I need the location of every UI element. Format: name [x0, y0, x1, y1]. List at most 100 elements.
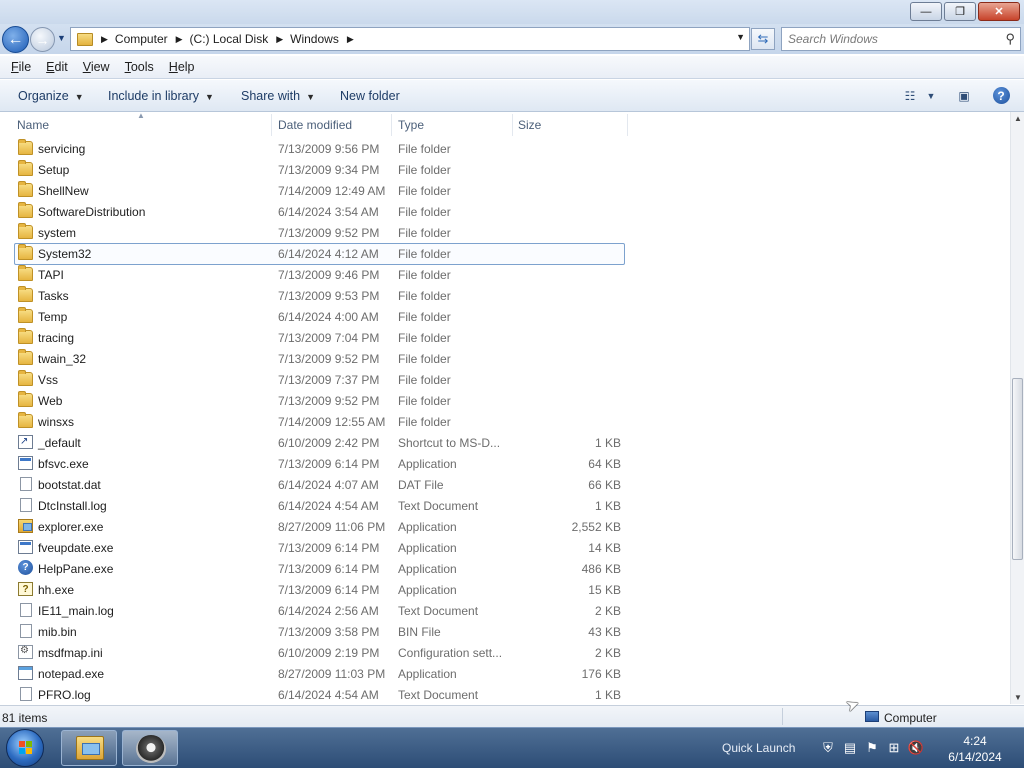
table-row[interactable]: Temp 6/14/2024 4:00 AM File folder — [0, 306, 1010, 327]
table-row[interactable]: tracing 7/13/2009 7:04 PM File folder — [0, 327, 1010, 348]
table-row[interactable]: bfsvc.exe 7/13/2009 6:14 PM Application 64 … — [0, 453, 1010, 474]
column-divider[interactable] — [627, 114, 628, 136]
table-row[interactable]: DtcInstall.log 6/14/2024 4:54 AM Text Docu… — [0, 495, 1010, 516]
file-name: Web — [38, 394, 63, 408]
file-type: Application — [398, 457, 457, 471]
breadcrumb-chevron-icon[interactable]: ▶ — [176, 34, 183, 45]
file-name: winsxs — [38, 415, 75, 429]
taskbar-windows-explorer[interactable] — [61, 730, 117, 766]
column-header-name[interactable]: Name — [17, 118, 49, 132]
file-date-modified: 7/13/2009 9:34 PM — [278, 163, 380, 177]
taskbar: Quick Launch ⛨ ▤ ⚑ ⊞ 🔇 4:24 6/14/2024 — [0, 727, 1024, 768]
preview-pane-icon: ▣ — [958, 88, 970, 103]
search-box[interactable]: ⚲ — [781, 27, 1021, 51]
table-row[interactable]: twain_32 7/13/2009 9:52 PM File folder — [0, 348, 1010, 369]
scroll-up-icon[interactable]: ▲ — [1014, 114, 1022, 123]
column-header-size[interactable]: Size — [518, 118, 541, 132]
column-header-date-modified[interactable]: Date modified — [278, 118, 352, 132]
table-row[interactable]: fveupdate.exe 7/13/2009 6:14 PM Applicatio… — [0, 537, 1010, 558]
column-divider[interactable] — [271, 114, 272, 136]
close-button[interactable]: ✕ — [978, 2, 1020, 21]
table-row[interactable]: system 7/13/2009 9:52 PM File folder — [0, 222, 1010, 243]
table-row[interactable]: Vss 7/13/2009 7:37 PM File folder — [0, 369, 1010, 390]
table-row[interactable]: servicing 7/13/2009 9:56 PM File folder — [0, 138, 1010, 159]
table-row[interactable]: Web 7/13/2009 9:52 PM File folder — [0, 390, 1010, 411]
table-row[interactable]: IE11_main.log 6/14/2024 2:56 AM Text Docum… — [0, 600, 1010, 621]
table-row[interactable]: Tasks 7/13/2009 9:53 PM File folder — [0, 285, 1010, 306]
include-in-library-button[interactable]: Include in library ▼ — [108, 89, 214, 103]
security-shield-icon[interactable]: ⛨ — [820, 740, 836, 756]
table-row[interactable]: notepad.exe 8/27/2009 11:03 PM Application… — [0, 663, 1010, 684]
breadcrumb-windows[interactable]: Windows — [290, 32, 339, 46]
breadcrumb-chevron-icon[interactable]: ▶ — [276, 34, 283, 45]
quick-launch-toolbar[interactable]: Quick Launch — [722, 741, 795, 755]
table-row[interactable]: explorer.exe 8/27/2009 11:06 PM Applicatio… — [0, 516, 1010, 537]
view-dropdown-button[interactable]: ▼ — [924, 86, 938, 105]
search-input[interactable] — [788, 31, 988, 46]
table-row[interactable]: SoftwareDistribution 6/14/2024 3:54 AM Fil… — [0, 201, 1010, 222]
refresh-button[interactable]: ⇆ — [751, 28, 775, 50]
vertical-scrollbar[interactable]: ▲ ▼ — [1010, 112, 1024, 704]
maximize-button[interactable]: ❐ — [944, 2, 976, 21]
menu-edit[interactable]: Edit — [46, 60, 68, 74]
preview-pane-button[interactable]: ▣ — [954, 86, 974, 105]
file-size: 2 KB — [594, 604, 621, 618]
share-with-button[interactable]: Share with ▼ — [241, 89, 315, 103]
file-name: System32 — [38, 247, 92, 261]
doc-icon — [20, 477, 32, 491]
taskbar-raccoon-app[interactable] — [122, 730, 178, 766]
organize-button[interactable]: Organize ▼ — [18, 89, 84, 103]
volume-muted-icon[interactable]: 🔇 — [908, 740, 924, 756]
taskbar-clock[interactable]: 4:24 6/14/2024 — [944, 733, 1006, 765]
file-size: 15 KB — [588, 583, 621, 597]
forward-button[interactable]: → — [30, 27, 55, 52]
table-row[interactable]: _default 6/10/2009 2:42 PM Shortcut to MS-… — [0, 432, 1010, 453]
breadcrumb-local-disk[interactable]: (C:) Local Disk — [190, 32, 269, 46]
new-folder-button[interactable]: New folder — [340, 89, 400, 103]
breadcrumb-chevron-icon[interactable]: ▶ — [347, 34, 354, 45]
table-row[interactable]: msdfmap.ini 6/10/2009 2:19 PM Configuratio… — [0, 642, 1010, 663]
table-row[interactable]: ShellNew 7/14/2009 12:49 AM File folder — [0, 180, 1010, 201]
file-size: 1 KB — [594, 688, 621, 702]
action-center-flag-icon[interactable]: ⚑ — [864, 740, 880, 756]
menu-tools[interactable]: Tools — [125, 60, 154, 74]
table-row[interactable]: ? hh.exe 7/13/2009 6:14 PM Application 15 KB — [0, 579, 1010, 600]
view-options-button[interactable]: ☷ — [900, 86, 920, 105]
scrollbar-thumb[interactable] — [1012, 378, 1023, 560]
recent-pages-dropdown[interactable]: ▼ — [57, 33, 66, 43]
file-date-modified: 6/14/2024 4:54 AM — [278, 499, 379, 513]
file-date-modified: 7/13/2009 9:53 PM — [278, 289, 380, 303]
table-row[interactable]: mib.bin 7/13/2009 3:58 PM BIN File 43 KB — [0, 621, 1010, 642]
search-icon[interactable]: ⚲ — [1005, 31, 1015, 47]
start-button[interactable] — [6, 729, 44, 767]
table-row[interactable]: TAPI 7/13/2009 9:46 PM File folder — [0, 264, 1010, 285]
breadcrumb-computer[interactable]: Computer — [115, 32, 168, 46]
menu-view[interactable]: View — [83, 60, 110, 74]
column-divider[interactable] — [512, 114, 513, 136]
minimize-button[interactable]: — — [910, 2, 942, 21]
breadcrumb-chevron-icon[interactable]: ▶ — [101, 34, 108, 45]
menu-help[interactable]: Help — [169, 60, 195, 74]
menu-file[interactable]: File — [11, 60, 31, 74]
column-header-type[interactable]: Type — [398, 118, 424, 132]
table-row[interactable]: ? HelpPane.exe 7/13/2009 6:14 PM Applicatio… — [0, 558, 1010, 579]
scroll-down-icon[interactable]: ▼ — [1014, 693, 1022, 702]
file-type: File folder — [398, 142, 451, 156]
table-row[interactable]: System32 6/14/2024 4:12 AM File folder — [0, 243, 1010, 265]
table-row[interactable]: Setup 7/13/2009 9:34 PM File folder — [0, 159, 1010, 180]
file-list: ▲ Name Date modified Type Size servicing… — [0, 112, 1010, 704]
file-date-modified: 6/14/2024 4:07 AM — [278, 478, 379, 492]
table-row[interactable]: winsxs 7/14/2009 12:55 AM File folder — [0, 411, 1010, 432]
close-icon: ✕ — [994, 6, 1004, 18]
column-divider[interactable] — [391, 114, 392, 136]
back-button[interactable]: ← — [2, 26, 29, 53]
forward-arrow-icon: → — [35, 31, 50, 48]
network-icon[interactable]: ⊞ — [886, 740, 902, 756]
computer-icon — [865, 711, 879, 722]
table-row[interactable]: bootstat.dat 6/14/2024 4:07 AM DAT File 66 … — [0, 474, 1010, 495]
address-bar[interactable]: ▶ Computer ▶ (C:) Local Disk ▶ Windows ▶… — [70, 27, 750, 51]
notes-icon[interactable]: ▤ — [842, 740, 858, 756]
address-dropdown-icon[interactable]: ▼ — [736, 32, 745, 42]
help-button[interactable]: ? — [991, 86, 1011, 105]
sort-ascending-icon: ▲ — [137, 112, 145, 120]
